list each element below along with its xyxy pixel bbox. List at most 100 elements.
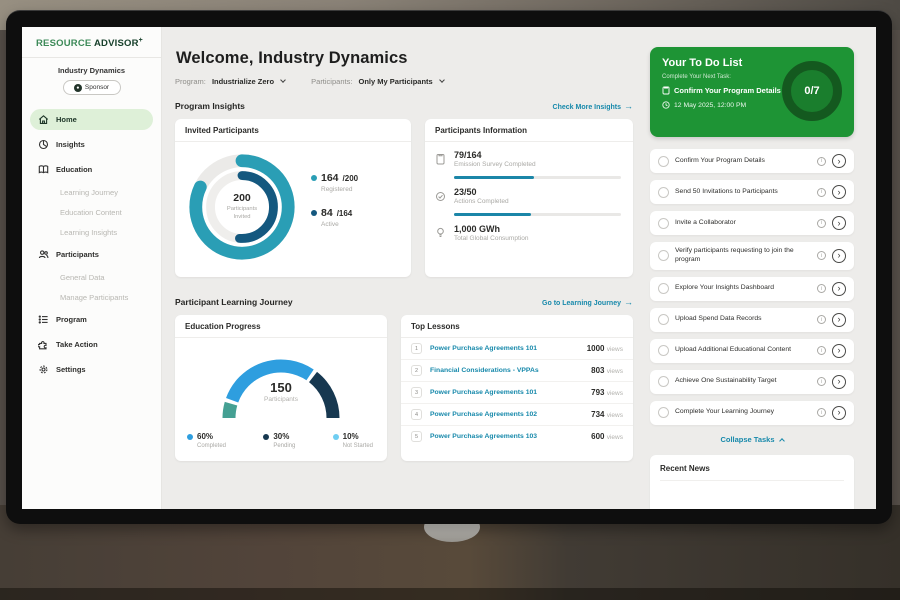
sidebar-item-settings[interactable]: Settings <box>30 359 153 380</box>
task-row-explore-insights[interactable]: Explore Your Insights Dashboard i › <box>650 277 854 301</box>
task-checkbox[interactable] <box>658 156 669 167</box>
info-icon[interactable]: i <box>817 157 826 166</box>
sidebar-item-education[interactable]: Education <box>30 159 153 180</box>
sidebar-item-label: Insights <box>56 140 85 149</box>
task-checkbox[interactable] <box>658 218 669 229</box>
chevron-down-icon <box>439 77 445 83</box>
rank-badge: 3 <box>411 387 422 398</box>
chevron-right-button[interactable]: › <box>832 406 846 420</box>
sidebar-item-label: Settings <box>56 365 86 374</box>
task-row-upload-spend-data[interactable]: Upload Spend Data Records i › <box>650 308 854 332</box>
sidebar-item-education-content[interactable]: Education Content <box>30 204 153 221</box>
sidebar-item-participants[interactable]: Participants <box>30 244 153 265</box>
task-label: Upload Spend Data Records <box>675 315 811 324</box>
chevron-right-button[interactable]: › <box>832 216 846 230</box>
task-row-send-invitations[interactable]: Send 50 Invitations to Participants i › <box>650 180 854 204</box>
sponsor-badge[interactable]: ● Sponsor <box>63 80 121 95</box>
lesson-link[interactable]: Power Purchase Agreements 103 <box>430 433 583 440</box>
home-icon <box>38 114 49 125</box>
info-icon[interactable]: i <box>817 408 826 417</box>
chevron-right-button[interactable]: › <box>832 249 846 263</box>
pending-dot <box>263 434 269 440</box>
legend-not-started: 10% Not Started <box>333 432 373 449</box>
sidebar-item-program[interactable]: Program <box>30 309 153 330</box>
info-icon[interactable]: i <box>817 346 826 355</box>
views-label: views <box>607 434 623 441</box>
info-icon[interactable]: i <box>817 284 826 293</box>
task-row-invite-collaborator[interactable]: Invite a Collaborator i › <box>650 211 854 235</box>
sidebar-item-general-data[interactable]: General Data <box>30 269 153 286</box>
task-checkbox[interactable] <box>658 345 669 356</box>
sidebar-item-label: Education <box>56 165 92 174</box>
sidebar-item-home[interactable]: Home <box>30 109 153 130</box>
recent-news-card: Recent News <box>650 455 854 509</box>
insights-icon <box>38 139 49 150</box>
lesson-link[interactable]: Power Purchase Agreements 101 <box>430 389 583 396</box>
chevron-down-icon <box>280 77 286 83</box>
task-label: Send 50 Invitations to Participants <box>675 188 811 197</box>
task-checkbox[interactable] <box>658 376 669 387</box>
info-icon[interactable]: i <box>817 219 826 228</box>
todo-progress-ring: 0/7 <box>782 61 842 121</box>
info-icon[interactable]: i <box>817 377 826 386</box>
task-checkbox[interactable] <box>658 250 669 261</box>
task-label: Complete Your Learning Journey <box>675 408 811 417</box>
task-checkbox[interactable] <box>658 407 669 418</box>
task-row-verify-participants[interactable]: Verify participants requesting to join t… <box>650 242 854 270</box>
check-more-insights-link[interactable]: Check More Insights→ <box>553 101 633 111</box>
sidebar-item-manage-participants[interactable]: Manage Participants <box>30 289 153 306</box>
lesson-link[interactable]: Financial Considerations - VPPAs <box>430 367 583 374</box>
rank-badge: 5 <box>411 431 422 442</box>
chevron-right-button[interactable]: › <box>832 313 846 327</box>
lesson-link[interactable]: Power Purchase Agreements 101 <box>430 345 579 352</box>
sidebar-item-take-action[interactable]: Take Action <box>30 334 153 355</box>
actions-icon <box>435 191 446 202</box>
legend-completed: 60% Completed <box>187 432 226 449</box>
info-icon[interactable]: i <box>817 188 826 197</box>
rank-badge: 1 <box>411 343 422 354</box>
go-to-learning-journey-link[interactable]: Go to Learning Journey→ <box>542 297 633 307</box>
chevron-right-button[interactable]: › <box>832 154 846 168</box>
sponsor-label: Sponsor <box>85 84 109 91</box>
chevron-right-button[interactable]: › <box>832 375 846 389</box>
collapse-label: Collapse Tasks <box>720 435 774 444</box>
task-row-complete-learning-journey[interactable]: Complete Your Learning Journey i › <box>650 401 854 425</box>
sidebar-item-insights[interactable]: Insights <box>30 134 153 155</box>
collapse-tasks-link[interactable]: Collapse Tasks <box>650 435 854 444</box>
education-progress-card: Education Progress 150 Participants <box>175 315 387 461</box>
task-checkbox[interactable] <box>658 283 669 294</box>
page-title: Welcome, Industry Dynamics <box>176 49 633 68</box>
sidebar-item-learning-insights[interactable]: Learning Insights <box>30 224 153 241</box>
task-label: Verify participants requesting to join t… <box>675 247 811 265</box>
completed-label: Completed <box>197 443 226 449</box>
views-count: 734 <box>591 410 604 419</box>
info-icon[interactable]: i <box>817 251 826 260</box>
info-icon[interactable]: i <box>817 315 826 324</box>
task-row-achieve-target[interactable]: Achieve One Sustainability Target i › <box>650 370 854 394</box>
rank-badge: 4 <box>411 409 422 420</box>
chevron-up-icon <box>779 438 785 444</box>
task-row-confirm-program[interactable]: Confirm Your Program Details i › <box>650 149 854 173</box>
program-filter[interactable]: Program: Industrialize Zero <box>175 77 285 86</box>
clock-icon <box>662 101 670 109</box>
sidebar-item-learning-journey[interactable]: Learning Journey <box>30 184 153 201</box>
registered-total: /200 <box>343 174 359 183</box>
card-title: Invited Participants <box>175 119 411 142</box>
chevron-right-button[interactable]: › <box>832 185 846 199</box>
chevron-right-button[interactable]: › <box>832 344 846 358</box>
lesson-link[interactable]: Power Purchase Agreements 102 <box>430 411 583 418</box>
task-row-upload-educational-content[interactable]: Upload Additional Educational Content i … <box>650 339 854 363</box>
active-label: Active <box>321 221 358 228</box>
task-checkbox[interactable] <box>658 187 669 198</box>
card-title: Education Progress <box>175 315 387 338</box>
sidebar-item-label: Program <box>56 315 87 324</box>
chevron-right-button[interactable]: › <box>832 282 846 296</box>
sidebar-item-label: Home <box>56 115 77 124</box>
active-total: /164 <box>337 209 353 218</box>
views-count: 600 <box>591 432 604 441</box>
task-checkbox[interactable] <box>658 314 669 325</box>
card-title: Participants Information <box>425 119 633 142</box>
top-lessons-card: Top Lessons 1 Power Purchase Agreements … <box>401 315 633 461</box>
learning-journey-heading: Participant Learning Journey <box>175 297 293 307</box>
participants-filter[interactable]: Participants: Only My Participants <box>311 77 444 86</box>
